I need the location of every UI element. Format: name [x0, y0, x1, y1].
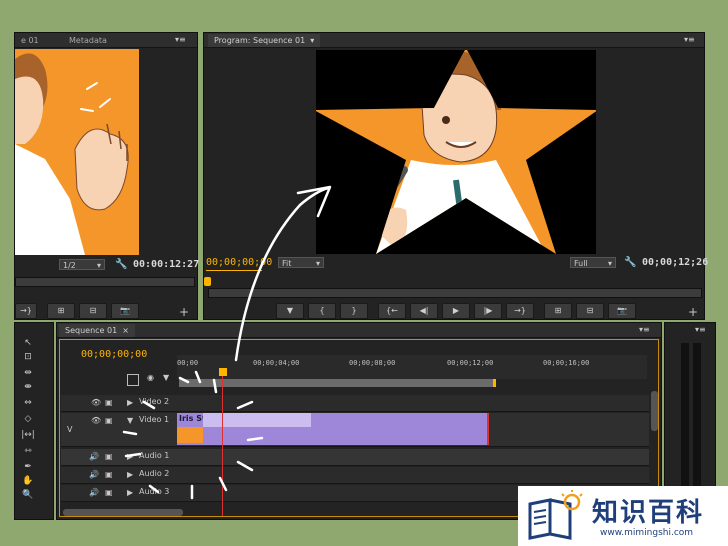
watermark: 知识百科 www.mimingshi.com — [518, 486, 728, 546]
curved-arrow — [234, 186, 330, 362]
sparkle-strokes — [122, 370, 264, 500]
hand-drawn-annotation — [122, 185, 332, 500]
watermark-title: 知识百科 — [592, 498, 705, 528]
watermark-url: www.mimingshi.com — [600, 528, 694, 538]
book-lightbulb-icon — [528, 490, 583, 540]
